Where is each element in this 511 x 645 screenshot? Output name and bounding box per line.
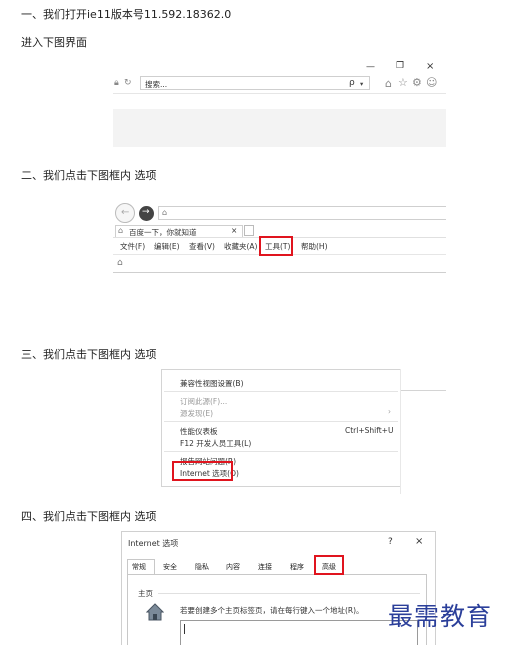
help-button[interactable]: ?: [388, 537, 393, 547]
tab-favicon: ⌂: [118, 226, 124, 235]
restore-button[interactable]: ❐: [396, 61, 404, 71]
menu-separator: [164, 421, 398, 422]
toolbar-divider: [113, 93, 446, 94]
menu-view[interactable]: 查看(V): [189, 241, 215, 252]
highlight-internet-options: [172, 461, 233, 481]
arrow-right-icon: →: [142, 207, 150, 217]
favorites-bar-icon[interactable]: ⌂: [117, 258, 123, 268]
new-tab-button[interactable]: [244, 225, 254, 236]
step1-heading: 一、我们打开ie11版本号11.592.18362.0: [21, 8, 232, 21]
section-homepage: 主页: [138, 589, 153, 598]
tab-connections[interactable]: 连接: [258, 562, 272, 572]
menu-separator: [164, 391, 398, 392]
smiley-icon[interactable]: ☺: [426, 77, 437, 88]
menu-item-compat-view[interactable]: 兼容性视图设置(B): [180, 378, 244, 389]
menu-item-feed-discovery: 源发现(E): [180, 409, 214, 418]
dialog-title: Internet 选项: [128, 539, 179, 548]
step2-heading: 二、我们点击下图框内 选项: [21, 169, 157, 182]
menu-item-perf-dashboard[interactable]: 性能仪表板: [180, 426, 218, 437]
submenu-arrow-icon: ›: [388, 407, 391, 416]
chevron-down-icon[interactable]: ▾: [360, 80, 363, 88]
tab-privacy[interactable]: 隐私: [195, 562, 209, 572]
tab-general-label: 常规: [132, 563, 146, 571]
text-caret: [184, 624, 185, 634]
address-bar[interactable]: ⌂: [158, 206, 446, 220]
dialog-close-button[interactable]: ×: [415, 536, 423, 547]
tab-security[interactable]: 安全: [163, 562, 177, 572]
gear-icon[interactable]: ⚙: [412, 77, 422, 88]
page-edge-vertical: [400, 369, 401, 494]
browser-tab[interactable]: ⌂ 百度一下，你就知道 ×: [115, 225, 243, 237]
house-icon: [145, 603, 165, 621]
highlight-tools-menu: [259, 236, 293, 256]
menu-item-subscribe: 订阅此源(F)...: [180, 397, 228, 406]
tab-content[interactable]: 内容: [226, 562, 240, 572]
watermark: 最需教育: [388, 602, 493, 631]
tab-general[interactable]: 常规: [127, 559, 155, 574]
homepage-textarea[interactable]: [180, 620, 418, 645]
tab-panel: 主页 若要创建多个主页标签页，请在每行键入一个地址(R)。: [127, 574, 427, 645]
step1-subheading: 进入下图界面: [21, 36, 87, 49]
lock-icon: 🔒︎: [114, 78, 119, 88]
homepage-hint: 若要创建多个主页标签页，请在每行键入一个地址(R)。: [180, 606, 364, 615]
back-button[interactable]: ←: [115, 203, 135, 223]
search-box[interactable]: 搜索... ρ ▾: [140, 76, 370, 90]
menu-separator: [164, 451, 398, 452]
section-rule: [158, 593, 420, 594]
search-icon[interactable]: ρ: [349, 78, 355, 88]
tab-programs[interactable]: 程序: [290, 562, 304, 572]
step4-heading: 四、我们点击下图框内 选项: [21, 510, 157, 523]
step3-heading: 三、我们点击下图框内 选项: [21, 348, 157, 361]
highlight-advanced-tab: [314, 555, 344, 575]
menu-favorites[interactable]: 收藏夹(A): [224, 241, 257, 252]
close-button[interactable]: ×: [426, 61, 434, 72]
menu-item-devtools[interactable]: F12 开发人员工具(L): [180, 438, 251, 449]
bottom-divider: [113, 272, 446, 273]
home-icon[interactable]: ⌂: [385, 78, 392, 89]
page-edge-line: [401, 390, 446, 391]
refresh-icon[interactable]: ↻: [124, 79, 132, 88]
menu-item-perf-shortcut: Ctrl+Shift+U: [345, 426, 394, 435]
menu-help[interactable]: 帮助(H): [301, 241, 328, 252]
menu-file[interactable]: 文件(F): [120, 241, 145, 252]
screenshot-browser-start: — ❐ × 🔒︎ ↻ 搜索... ρ ▾ ⌂ ☆ ⚙ ☺: [113, 60, 446, 147]
arrow-left-icon: ←: [121, 207, 130, 218]
menu-edit[interactable]: 编辑(E): [154, 241, 180, 252]
forward-button[interactable]: →: [139, 206, 154, 221]
search-input[interactable]: 搜索...: [145, 79, 167, 90]
page-icon: ⌂: [162, 208, 168, 217]
page-area: [113, 109, 446, 147]
minimize-button[interactable]: —: [366, 62, 375, 72]
tab-close-icon[interactable]: ×: [231, 226, 237, 235]
star-icon[interactable]: ☆: [398, 77, 408, 88]
